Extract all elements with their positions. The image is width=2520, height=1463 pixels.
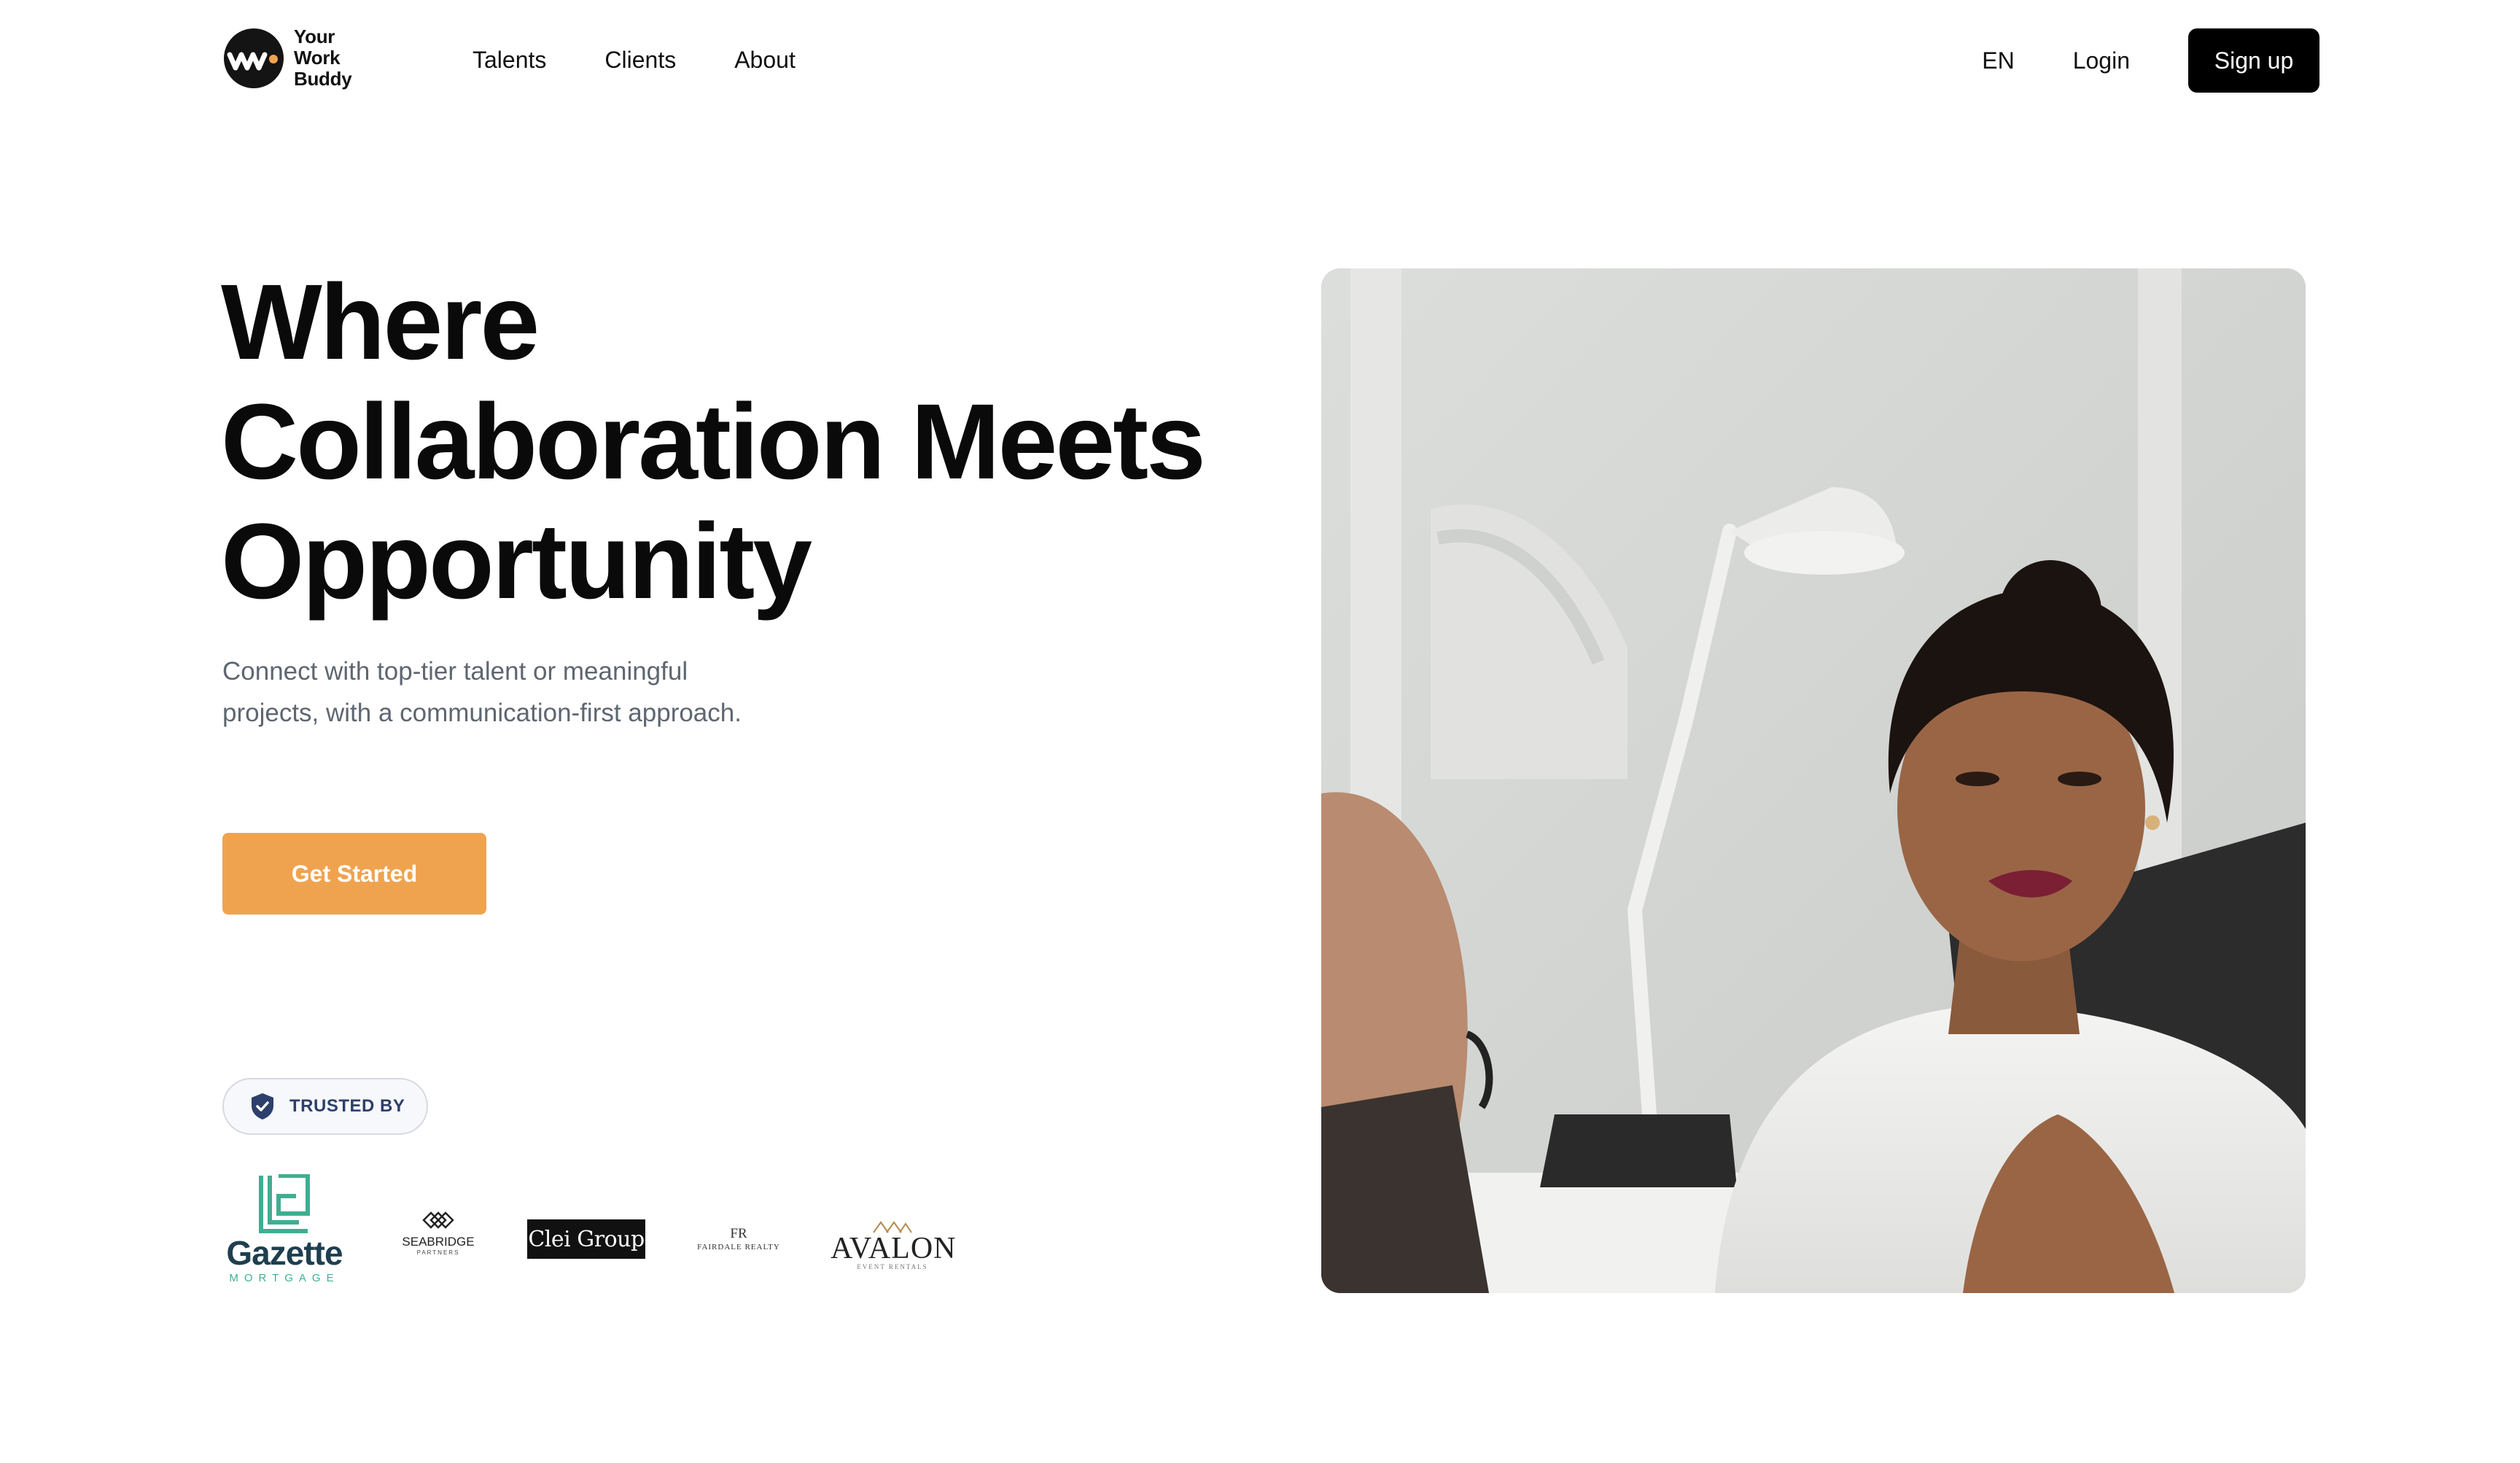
- landing-page: Your Work Buddy Talents Clients About EN…: [0, 0, 2520, 1463]
- trusted-by-badge: TRUSTED BY: [222, 1078, 428, 1135]
- brand-line: Buddy: [294, 68, 352, 90]
- avalon-name: AVALON: [831, 1232, 957, 1265]
- trusted-by-label: TRUSTED BY: [289, 1096, 405, 1116]
- fairdale-name: FAIRDALE REALTY: [697, 1243, 780, 1251]
- hero-title: Where Collaboration Meets Opportunity: [221, 263, 1242, 621]
- gazette-name: Gazette: [226, 1234, 343, 1272]
- hero-title-line: Collaboration Meets: [221, 382, 1206, 502]
- seabridge-mark-icon: [422, 1211, 454, 1229]
- hero-title-line: Opportunity: [221, 502, 812, 621]
- get-started-button[interactable]: Get Started: [222, 833, 486, 915]
- client-logos: Gazette MORTGAGE SEABRIDGE PARTNERS Clei…: [222, 1174, 966, 1305]
- client-logo-seabridge: SEABRIDGE PARTNERS: [394, 1209, 482, 1256]
- client-logo-clei-group: Clei Group: [527, 1219, 645, 1259]
- nav-about[interactable]: About: [734, 44, 796, 76]
- ywb-logo-icon: [224, 28, 284, 88]
- nav-clients[interactable]: Clients: [604, 44, 676, 76]
- hero-subtitle: Connect with top-tier talent or meaningf…: [222, 657, 742, 727]
- shield-check-icon: [252, 1093, 273, 1119]
- hero-photo: [1321, 268, 2306, 1293]
- brand-name: Your Work Buddy: [294, 26, 352, 90]
- site-header: Your Work Buddy Talents Clients About EN…: [0, 0, 2520, 124]
- brand-line: Work: [294, 47, 341, 69]
- header-actions: EN Login Sign up: [1982, 28, 2319, 93]
- seabridge-name: SEABRIDGE: [402, 1235, 475, 1249]
- hero-title-line: Where: [221, 263, 540, 382]
- language-selector[interactable]: EN: [1982, 47, 2014, 74]
- gazette-sub: MORTGAGE: [229, 1272, 340, 1284]
- seabridge-sub: PARTNERS: [416, 1249, 460, 1256]
- client-logo-avalon: AVALON EVENT RENTALS: [831, 1219, 957, 1270]
- gazette-mark-icon: [259, 1174, 310, 1233]
- signup-button[interactable]: Sign up: [2188, 28, 2319, 93]
- login-link[interactable]: Login: [2073, 47, 2130, 74]
- brand-line: Your: [294, 26, 335, 47]
- client-logo-gazette: Gazette MORTGAGE: [222, 1174, 346, 1305]
- client-logo-fairdale: FR FAIRDALE REALTY: [685, 1227, 793, 1253]
- meeting-photo-illustration: [1321, 268, 2306, 1293]
- fairdale-monogram: FR: [730, 1226, 747, 1241]
- brand-logo[interactable]: Your Work Buddy: [222, 26, 352, 90]
- nav-talents[interactable]: Talents: [472, 44, 546, 76]
- main-nav: Talents Clients About: [472, 44, 796, 76]
